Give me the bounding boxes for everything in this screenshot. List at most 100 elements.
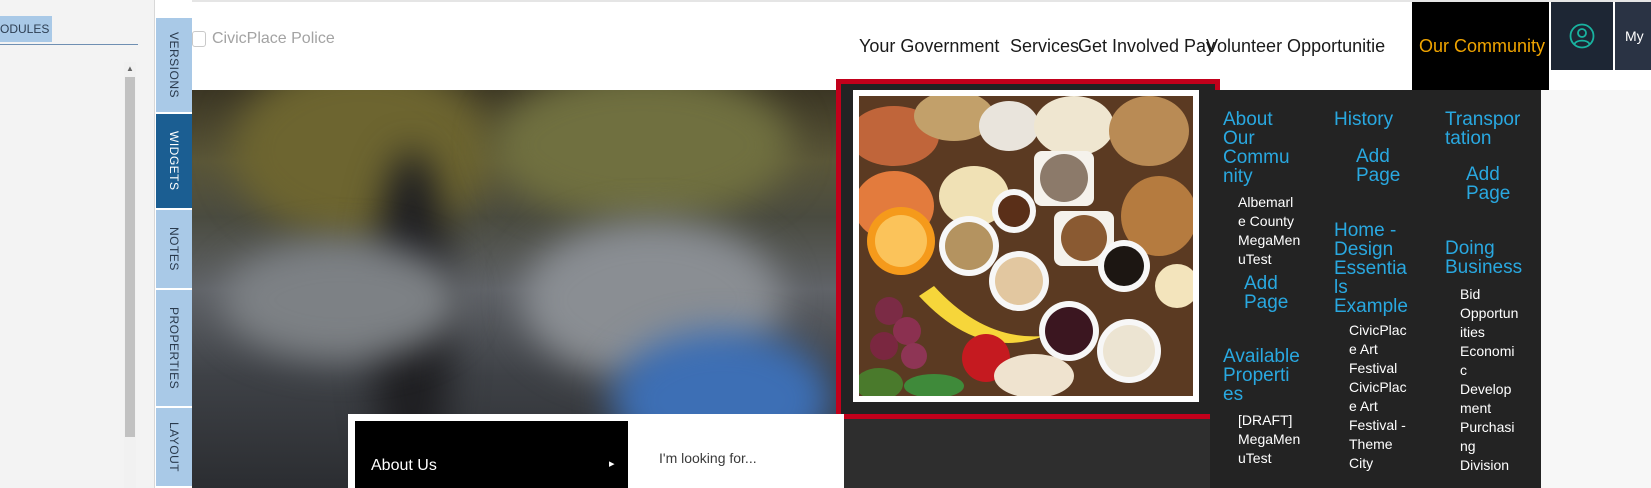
heading-line: Transpor xyxy=(1445,109,1521,130)
hero-foliage-shape xyxy=(232,90,492,240)
item-line: e County xyxy=(1238,213,1295,229)
item-line: Theme xyxy=(1349,436,1393,452)
hero-foliage-shape xyxy=(492,90,792,220)
my-account-button[interactable]: My xyxy=(1615,2,1651,70)
item-line: Festival xyxy=(1349,360,1398,376)
megamenu-image-highlight[interactable] xyxy=(836,79,1220,419)
megamenu-heading-doing-business[interactable]: Doing Business xyxy=(1445,239,1522,277)
nav-our-community-label: Our Community xyxy=(1419,36,1546,56)
about-us-button[interactable]: About Us ▸ xyxy=(355,421,628,488)
heading-line: Our xyxy=(1223,128,1255,149)
megamenu-link-draft-megamenutest[interactable]: [DRAFT] MegaMen uTest xyxy=(1238,411,1300,468)
item-line: [DRAFT] xyxy=(1238,412,1293,428)
tab-layout[interactable]: LAYOUT xyxy=(156,408,192,488)
tab-versions-label: VERSIONS xyxy=(167,31,181,98)
heading-line: History xyxy=(1334,109,1394,130)
megamenu-heading-available-properties[interactable]: Available Properti es xyxy=(1223,347,1300,404)
heading-line: Business xyxy=(1445,257,1523,278)
about-us-label: About Us xyxy=(371,457,437,474)
megamenu-heading-about-our-community[interactable]: About Our Commu nity xyxy=(1223,110,1290,186)
nav-volunteer-opportunities[interactable]: Volunteer Opportunitie xyxy=(1206,36,1408,57)
megamenu-featured-image[interactable] xyxy=(853,90,1199,402)
heading-line: Example xyxy=(1334,296,1408,317)
megamenu-add-page-col3[interactable]: Add Page xyxy=(1466,165,1510,203)
page-root: ODULES ▲ VERSIONS WIDGETS NOTES PROPERTI… xyxy=(0,0,1651,488)
item-line: Economi xyxy=(1460,343,1515,359)
heading-line: Home - xyxy=(1334,220,1397,241)
scroll-up-arrow-icon[interactable]: ▲ xyxy=(125,64,135,74)
tab-layout-label: LAYOUT xyxy=(167,421,181,473)
nav-our-community[interactable]: Our Community xyxy=(1412,2,1549,92)
item-line: ng xyxy=(1460,438,1476,454)
user-account-button[interactable] xyxy=(1551,2,1613,70)
search-input[interactable] xyxy=(643,428,844,488)
item-line: e Art xyxy=(1349,398,1378,414)
item-line: Opportun xyxy=(1460,305,1519,321)
heading-line: nity xyxy=(1223,166,1253,187)
item-line: c xyxy=(1460,362,1467,378)
site-header: CivicPlace Police Your Government Servic… xyxy=(192,0,1651,92)
megamenu-heading-home-design-essentials[interactable]: Home - Design Essentia ls Example xyxy=(1334,221,1408,316)
caret-right-icon: ▸ xyxy=(609,458,615,470)
item-line: ities xyxy=(1460,324,1485,340)
megamenu-panel: About Our Commu nity Albemarl e County M… xyxy=(1210,90,1541,488)
nav-your-government[interactable]: Your Government xyxy=(859,36,999,57)
modules-tab[interactable]: ODULES xyxy=(0,16,52,42)
quick-links-bar: About Us ▸ xyxy=(348,414,844,488)
megamenu-add-page-col1[interactable]: Add Page xyxy=(1244,274,1288,312)
tab-notes[interactable]: NOTES xyxy=(156,210,192,290)
tab-versions[interactable]: VERSIONS xyxy=(156,18,192,114)
megamenu-link-art-festival[interactable]: CivicPlac e Art Festival CivicPlac e Art… xyxy=(1349,321,1407,473)
heading-line: About xyxy=(1223,109,1273,130)
item-line: Division xyxy=(1460,457,1510,473)
heading-line: Available xyxy=(1223,346,1300,367)
megamenu-link-doing-business-items[interactable]: Bid Opportun ities Economi c Develop men… xyxy=(1460,285,1518,475)
vertical-tab-strip: VERSIONS WIDGETS NOTES PROPERTIES LAYOUT xyxy=(156,18,192,488)
item-line: e Art xyxy=(1349,341,1378,357)
tab-notes-label: NOTES xyxy=(167,227,181,271)
item-line: City xyxy=(1349,455,1374,471)
heading-line: Essentia xyxy=(1334,258,1407,279)
item-line: CivicPlac xyxy=(1349,379,1407,395)
add-page-line: Page xyxy=(1356,165,1401,186)
heading-line: Properti xyxy=(1223,365,1290,386)
add-page-line: Add xyxy=(1356,146,1390,167)
modules-scrollbar-thumb[interactable] xyxy=(125,77,135,437)
megamenu-link-albemarle-county[interactable]: Albemarl e County MegaMen uTest xyxy=(1238,193,1300,269)
modules-panel: ODULES ▲ xyxy=(0,0,155,488)
tab-properties[interactable]: PROPERTIES xyxy=(156,290,192,408)
item-line: MegaMen xyxy=(1238,232,1301,248)
page-background-right xyxy=(1541,90,1651,488)
tab-widgets-label: WIDGETS xyxy=(167,131,181,191)
item-line: Develop xyxy=(1460,381,1512,397)
heading-line: Design xyxy=(1334,239,1394,260)
heading-line: Doing xyxy=(1445,238,1495,259)
user-circle-icon xyxy=(1569,23,1595,49)
item-line: ment xyxy=(1460,400,1492,416)
megamenu-heading-history[interactable]: History xyxy=(1334,110,1393,129)
hero-vehicle-shape xyxy=(222,240,462,360)
site-logo[interactable]: CivicPlace Police xyxy=(192,30,335,48)
item-line: uTest xyxy=(1238,251,1272,267)
tab-properties-label: PROPERTIES xyxy=(167,306,181,390)
heading-line: tation xyxy=(1445,128,1492,149)
item-line: uTest xyxy=(1238,450,1272,466)
add-page-line: Add xyxy=(1466,164,1500,185)
food-assortment-image xyxy=(859,96,1193,396)
heading-line: ls xyxy=(1334,277,1348,298)
nav-services[interactable]: Services xyxy=(1010,36,1079,57)
my-account-label: My xyxy=(1625,28,1644,44)
police-badge-icon xyxy=(192,31,206,47)
item-line: Albemarl xyxy=(1238,194,1294,210)
megamenu-heading-transportation[interactable]: Transpor tation xyxy=(1445,110,1520,148)
heading-line: es xyxy=(1223,384,1244,405)
tab-widgets[interactable]: WIDGETS xyxy=(156,114,192,210)
logo-text: CivicPlace Police xyxy=(212,30,335,47)
add-page-line: Page xyxy=(1244,292,1289,313)
item-line: CivicPlac xyxy=(1349,322,1407,338)
nav-get-involved[interactable]: Get Involved xyxy=(1078,36,1179,57)
add-page-line: Add xyxy=(1244,273,1278,294)
megamenu-add-page-col2[interactable]: Add Page xyxy=(1356,147,1400,185)
add-page-line: Page xyxy=(1466,183,1511,204)
item-line: MegaMen xyxy=(1238,431,1301,447)
